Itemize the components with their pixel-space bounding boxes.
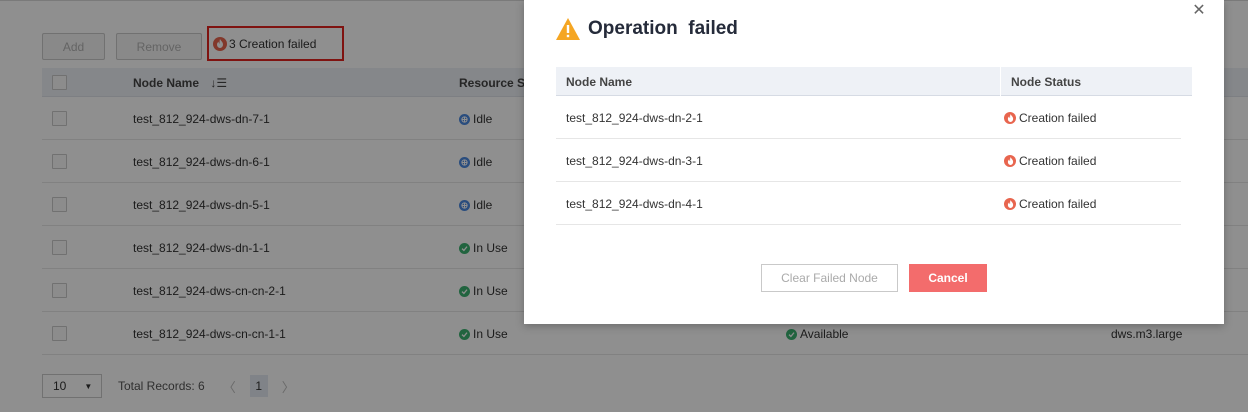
table-row: test_812_924-dws-dn-2-1 Creation failed	[556, 96, 1181, 139]
dialog-title: Operation failed	[556, 18, 738, 40]
fire-icon	[1004, 198, 1016, 210]
close-icon[interactable]: ✕	[1190, 1, 1208, 19]
cancel-button[interactable]: Cancel	[909, 264, 987, 292]
operation-failed-dialog: ✕ Operation failed Node Name Node Status…	[524, 0, 1224, 324]
fire-icon	[1004, 112, 1016, 124]
clear-failed-node-button[interactable]: Clear Failed Node	[761, 264, 898, 292]
warning-icon	[556, 18, 580, 40]
header-node-name: Node Name	[566, 75, 633, 89]
table-row: test_812_924-dws-dn-4-1 Creation failed	[556, 182, 1181, 225]
table-row: test_812_924-dws-dn-3-1 Creation failed	[556, 139, 1181, 182]
node-status: Creation failed	[1004, 111, 1096, 125]
node-status: Creation failed	[1004, 154, 1096, 168]
node-status-label: Creation failed	[1019, 154, 1097, 168]
node-status-label: Creation failed	[1019, 197, 1097, 211]
node-name: test_812_924-dws-dn-3-1	[566, 154, 703, 168]
node-name: test_812_924-dws-dn-4-1	[566, 197, 703, 211]
dialog-title-text: Operation failed	[588, 18, 738, 39]
node-name: test_812_924-dws-dn-2-1	[566, 111, 703, 125]
node-status-label: Creation failed	[1019, 111, 1097, 125]
dialog-table-header: Node Name Node Status	[556, 67, 1192, 96]
divider	[1000, 67, 1001, 96]
failed-nodes-table: Node Name Node Status test_812_924-dws-d…	[556, 67, 1192, 225]
node-status: Creation failed	[1004, 197, 1096, 211]
fire-icon	[1004, 155, 1016, 167]
header-node-status: Node Status	[1011, 75, 1082, 89]
